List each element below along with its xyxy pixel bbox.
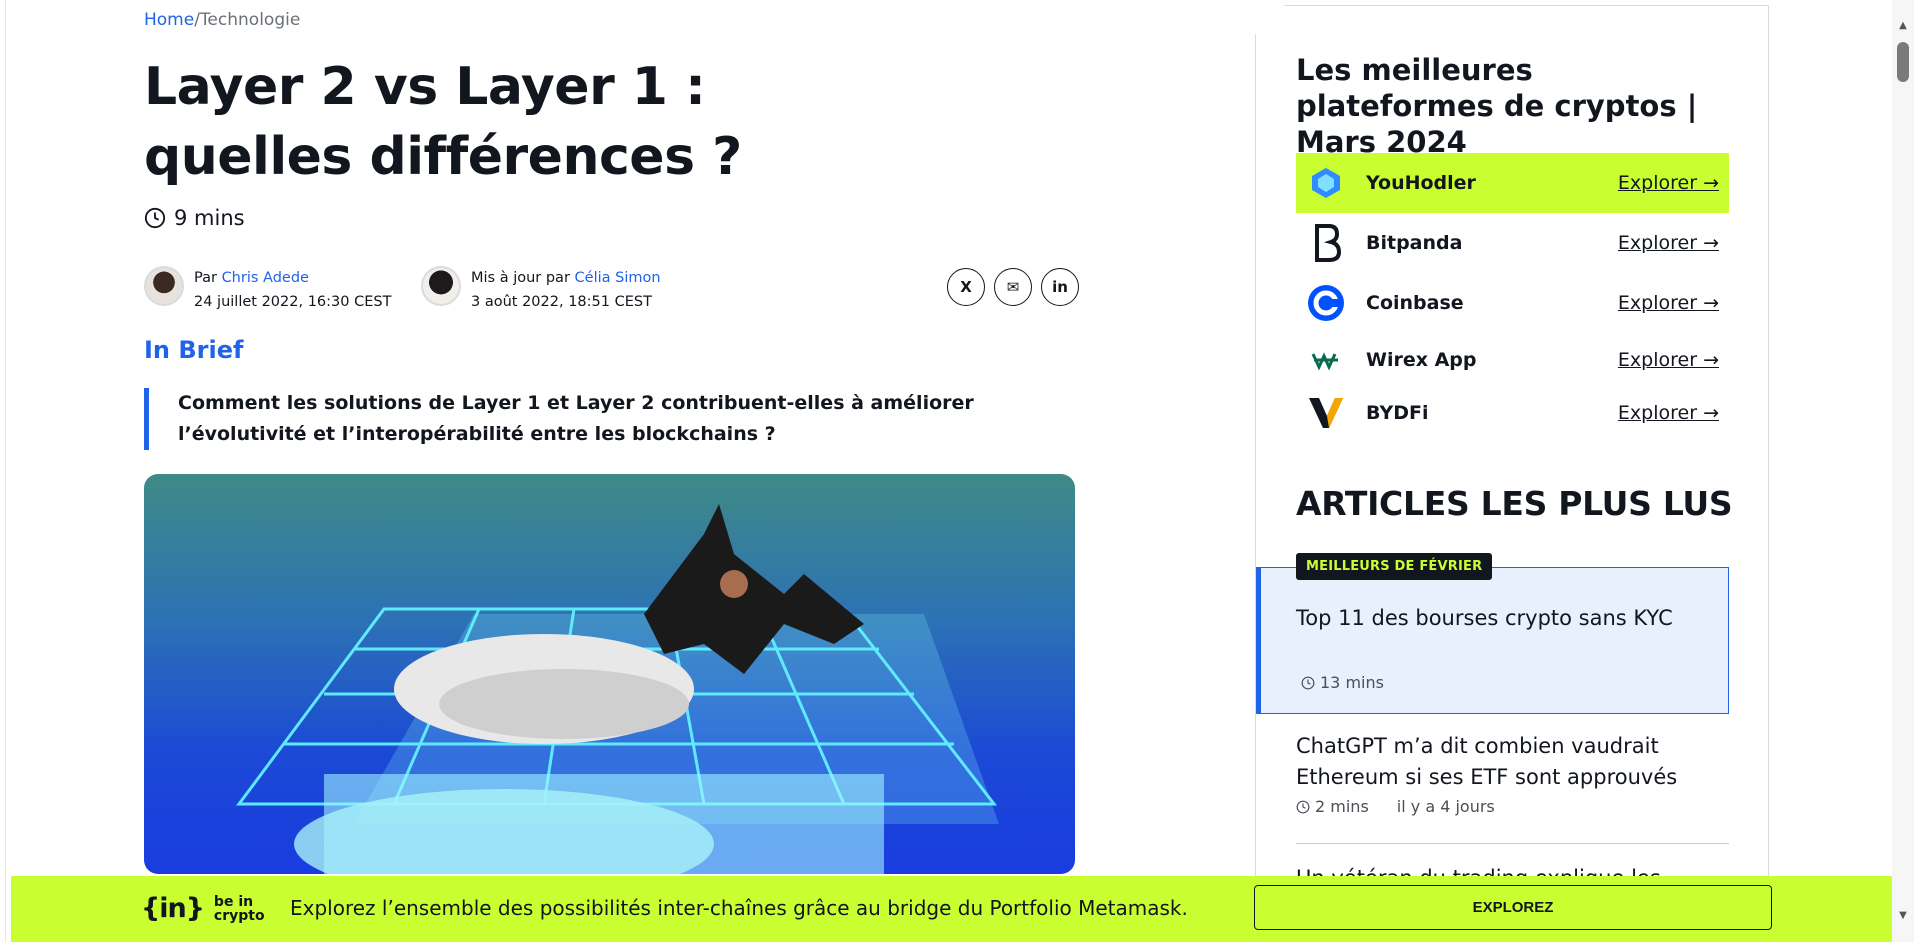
scrollbar[interactable]: ▲ ▼ (1892, 0, 1914, 942)
platform-name: BYDFi (1366, 401, 1429, 424)
bydfi-icon (1306, 393, 1346, 433)
article-read-time: 2 mins (1315, 797, 1369, 816)
explore-link[interactable]: Explorer → (1618, 349, 1719, 371)
author-date: 24 juillet 2022, 16:30 CEST (194, 294, 392, 310)
wirex-icon (1306, 340, 1346, 380)
x-share-icon[interactable]: X (947, 268, 985, 306)
platform-row-bydfi[interactable]: BYDFi Explorer → (1296, 386, 1729, 439)
coinbase-icon (1306, 283, 1346, 323)
logo-word-line-2: crypto (213, 907, 265, 924)
clock-icon (1301, 676, 1315, 689)
author-avatar[interactable] (144, 266, 184, 306)
read-time: 9 mins (144, 206, 245, 230)
scroll-down-icon[interactable]: ▼ (1897, 910, 1909, 922)
email-share-icon[interactable]: ✉ (994, 268, 1032, 306)
linkedin-share-icon[interactable]: in (1041, 268, 1079, 306)
scrollbar-thumb[interactable] (1897, 42, 1909, 82)
sidebar: Les meilleures plateformes de cryptos | … (1255, 5, 1769, 942)
page-title: Layer 2 vs Layer 1 : quelles différences… (144, 57, 742, 187)
list-item[interactable]: ChatGPT m’a dit combien vaudrait Ethereu… (1296, 731, 1729, 816)
beincrypto-logo-word: be in crypto (214, 895, 265, 923)
platform-row-bitpanda[interactable]: Bitpanda Explorer → (1296, 213, 1729, 273)
featured-read-time-value: 13 mins (1320, 673, 1384, 692)
featured-article-card[interactable]: MEILLEURS DE FÉVRIER Top 11 des bourses … (1256, 553, 1729, 714)
explorez-button[interactable]: EXPLOREZ (1254, 885, 1772, 930)
most-read-heading: ARTICLES LES PLUS LUS (1296, 484, 1733, 523)
author-name-link[interactable]: Chris Adede (222, 270, 309, 286)
platform-row-wirex[interactable]: Wirex App Explorer → (1296, 333, 1729, 386)
platform-name: Bitpanda (1366, 232, 1463, 254)
author-block: Par Chris Adede 24 juillet 2022, 16:30 C… (144, 266, 1079, 314)
article-title[interactable]: ChatGPT m’a dit combien vaudrait Ethereu… (1296, 731, 1729, 793)
beincrypto-logo-mark: {in} (141, 893, 205, 924)
article-summary: Comment les solutions de Layer 1 et Laye… (144, 388, 1079, 450)
updater-avatar[interactable] (421, 266, 461, 306)
hero-image (144, 474, 1075, 874)
breadcrumb-home-link[interactable]: Home (144, 10, 194, 30)
updater-date: 3 août 2022, 18:51 CEST (471, 294, 652, 310)
featured-read-time: 13 mins (1301, 673, 1384, 692)
featured-badge: MEILLEURS DE FÉVRIER (1296, 553, 1493, 580)
promo-banner: {in} be in crypto Explorez l’ensemble des… (11, 876, 1903, 942)
banner-text: Explorez l’ensemble des possibilités int… (290, 896, 1188, 920)
share-buttons: X ✉ in (947, 268, 1079, 306)
youhodler-icon (1306, 163, 1346, 203)
author-prefix: Par (194, 270, 217, 286)
clock-icon (144, 207, 166, 229)
updater-prefix: Mis à jour par (471, 270, 570, 286)
clock-icon (1296, 800, 1310, 813)
sidebar-corner (1255, 5, 1285, 35)
platform-row-youhodler[interactable]: YouHodler Explorer → (1296, 153, 1729, 213)
updater-name-link[interactable]: Célia Simon (575, 270, 661, 286)
explore-link[interactable]: Explorer → (1618, 172, 1719, 194)
article-age: il y a 4 jours (1396, 797, 1495, 816)
breadcrumb-current[interactable]: Technologie (200, 10, 300, 30)
sidebar-title: Les meilleures plateformes de cryptos | … (1296, 53, 1698, 159)
featured-article-title[interactable]: Top 11 des bourses crypto sans KYC (1296, 606, 1716, 630)
bitpanda-icon (1306, 223, 1346, 263)
platform-list: YouHodler Explorer → Bitpanda Explorer →… (1296, 153, 1729, 439)
platform-row-coinbase[interactable]: Coinbase Explorer → (1296, 273, 1729, 333)
platform-name: Coinbase (1366, 292, 1464, 314)
scroll-up-icon[interactable]: ▲ (1897, 20, 1909, 32)
read-time-value: 9 mins (174, 206, 245, 230)
explore-link[interactable]: Explorer → (1618, 232, 1719, 254)
updater: Mis à jour par Célia Simon 3 août 2022, … (421, 266, 661, 314)
hero-illustration (236, 504, 999, 874)
article-meta: 2 mins il y a 4 jours (1296, 797, 1729, 816)
platform-name: YouHodler (1366, 172, 1476, 194)
explore-link[interactable]: Explorer → (1618, 292, 1719, 314)
platform-name: Wirex App (1366, 348, 1477, 371)
in-brief-label: In Brief (144, 336, 244, 364)
author: Par Chris Adede 24 juillet 2022, 16:30 C… (144, 266, 391, 314)
breadcrumb: Home/Technologie (144, 10, 300, 30)
explore-link[interactable]: Explorer → (1618, 402, 1719, 424)
divider (1296, 843, 1729, 844)
page-frame: Home/Technologie Layer 2 vs Layer 1 : qu… (5, 0, 1903, 942)
beincrypto-logo[interactable]: {in} be in crypto (141, 893, 265, 924)
